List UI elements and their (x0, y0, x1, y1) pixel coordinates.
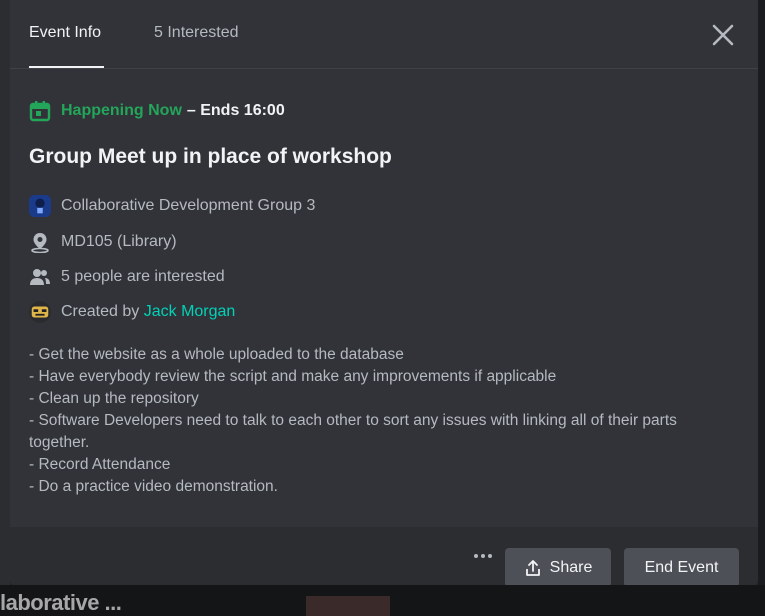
event-interested-row: 5 people are interested (29, 264, 225, 290)
location-pin-icon (29, 231, 51, 253)
modal-footer: Share End Event (10, 527, 758, 585)
description-line: - Record Attendance (29, 456, 171, 473)
active-tab-indicator (29, 66, 104, 68)
close-button[interactable] (708, 20, 738, 50)
created-by-label: Created by (61, 303, 140, 320)
share-button[interactable]: Share (505, 548, 611, 585)
event-status: Happening Now – Ends 16:00 (29, 98, 285, 124)
calendar-icon (29, 100, 51, 122)
tab-bar: Event Info 5 Interested (10, 0, 758, 69)
background-sidebar-strip (0, 0, 10, 616)
event-location: MD105 (Library) (61, 233, 177, 250)
event-server-name: Collaborative Development Group 3 (61, 197, 316, 214)
share-icon (525, 559, 540, 576)
background-right-strip (758, 0, 765, 616)
event-server-row: Collaborative Development Group 3 (29, 193, 315, 219)
tab-event-info[interactable]: Event Info (29, 24, 101, 42)
creator-avatar-icon (29, 301, 51, 323)
event-info-modal: Event Info 5 Interested Happening Now – … (10, 0, 758, 585)
status-end-time: – Ends 16:00 (186, 102, 285, 119)
status-happening-now: Happening Now (61, 102, 182, 119)
end-event-button-label: End Event (644, 558, 719, 576)
more-options-icon (474, 554, 492, 558)
event-title: Group Meet up in place of workshop (29, 145, 392, 168)
background-thumbnail (306, 596, 390, 616)
tab-interested[interactable]: 5 Interested (154, 24, 239, 42)
description-line: - Clean up the repository (29, 390, 199, 407)
event-interested-count: 5 people are interested (61, 268, 225, 285)
background-partial-text: laborative ... (0, 590, 122, 615)
description-line: - Have everybody review the script and m… (29, 368, 557, 385)
description-line: - Software Developers need to talk to ea… (29, 412, 677, 451)
event-location-row: MD105 (Library) (29, 229, 177, 255)
share-button-label: Share (549, 558, 593, 576)
description-line: - Get the website as a whole uploaded to… (29, 346, 404, 363)
server-avatar-icon (29, 195, 51, 217)
creator-name-link[interactable]: Jack Morgan (144, 303, 236, 320)
description-line: - Do a practice video demonstration. (29, 478, 278, 495)
event-description: - Get the website as a whole uploaded to… (29, 344, 741, 498)
more-options-button[interactable] (470, 548, 496, 564)
close-icon (712, 24, 734, 46)
event-creator-row: Created by Jack Morgan (29, 299, 235, 325)
event-creator-line: Created by Jack Morgan (61, 303, 235, 321)
end-event-button[interactable]: End Event (624, 548, 739, 585)
people-icon (29, 266, 51, 288)
